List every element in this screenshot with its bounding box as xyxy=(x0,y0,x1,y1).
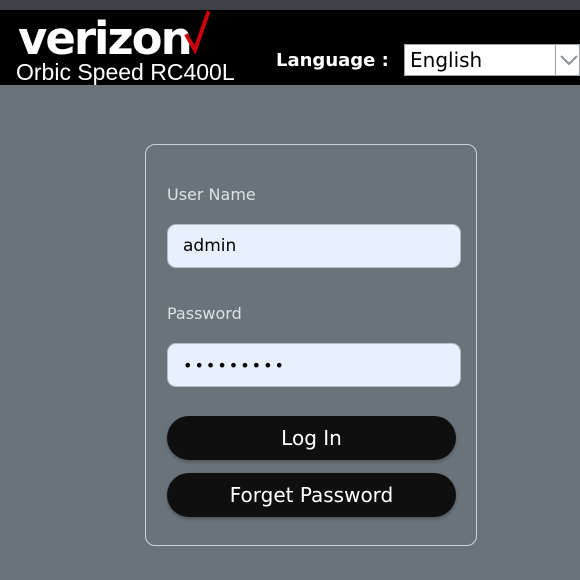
checkmark-icon xyxy=(184,10,210,55)
device-model: Orbic Speed RC400L xyxy=(16,59,235,85)
window-top-strip xyxy=(0,0,580,10)
password-label: Password xyxy=(167,304,242,323)
header-bar: verizon Orbic Speed RC400L Language : En… xyxy=(0,10,580,85)
password-input[interactable] xyxy=(167,343,461,387)
login-card: User Name Password Log In Forget Passwor… xyxy=(145,144,477,546)
brand-logo: verizon xyxy=(18,12,193,65)
username-label: User Name xyxy=(167,185,256,204)
language-selected-value: English xyxy=(410,48,483,72)
chevron-down-icon[interactable] xyxy=(559,53,579,67)
login-button[interactable]: Log In xyxy=(167,416,456,460)
language-label: Language : xyxy=(276,50,389,71)
username-input[interactable] xyxy=(167,224,461,268)
language-select[interactable]: English xyxy=(404,44,580,76)
forget-password-button[interactable]: Forget Password xyxy=(167,473,456,517)
language-select-divider xyxy=(555,45,556,75)
